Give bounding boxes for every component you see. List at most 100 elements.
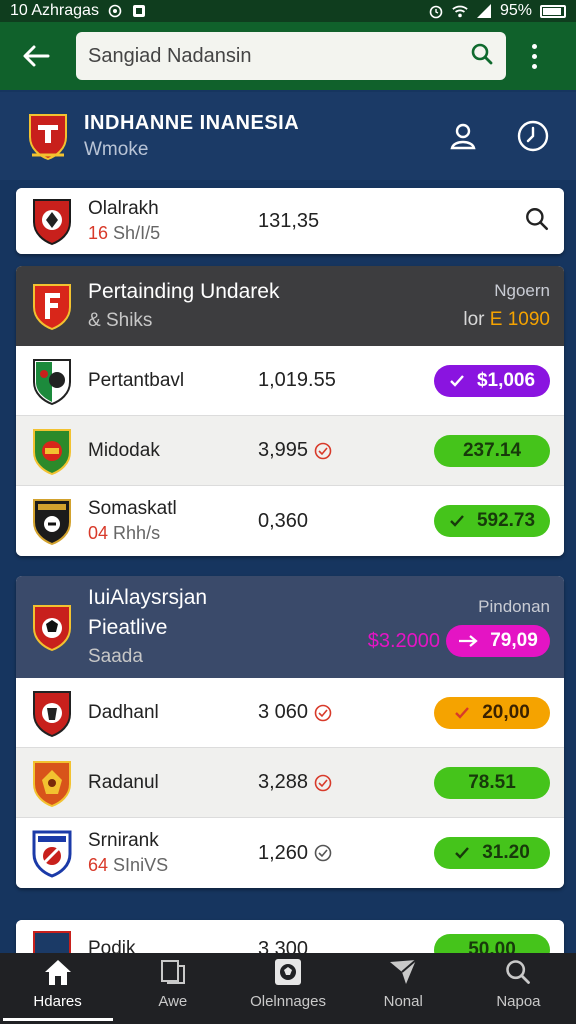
wifi-icon [452, 3, 468, 19]
table-row[interactable]: Podik 3 300 50.00 [16, 920, 564, 953]
nav-home[interactable]: Hdares [0, 953, 115, 1024]
team-crest-icon [33, 931, 71, 953]
odds-button[interactable]: 592.73 [434, 505, 550, 537]
check-icon [455, 706, 470, 719]
team-crest-icon [32, 830, 72, 878]
clock-icon [517, 120, 549, 152]
odds-button[interactable]: 50.00 [434, 934, 550, 953]
team-name: Srnirank [88, 830, 159, 851]
table-row[interactable]: Somaskatl 04 Rhh/s 0,360 592.73 [16, 486, 564, 556]
team-name: Somaskatl [88, 498, 177, 519]
history-button[interactable] [516, 119, 550, 153]
team-name: Pertantbavl [88, 369, 185, 391]
section-subtitle: Saada [88, 646, 143, 667]
section-title-line2: Pieatlive [88, 616, 168, 639]
odds-button[interactable]: 31.20 [434, 837, 550, 869]
search-icon [506, 959, 531, 984]
overflow-menu-button[interactable] [522, 34, 546, 78]
battery-percent: 95% [499, 2, 532, 19]
team-crest-icon [33, 358, 71, 405]
team-name: Dadhanl [88, 701, 159, 723]
odds-value: 79,09 [490, 630, 538, 651]
battery-icon [540, 4, 566, 18]
home-icon [44, 959, 71, 985]
search-icon[interactable] [470, 42, 494, 71]
odds-value: 592.73 [476, 510, 536, 531]
team-value: 0,360 [258, 509, 309, 532]
team-value: 3 060 [258, 701, 309, 723]
alarm-icon [428, 3, 444, 19]
section-crest-icon [33, 284, 71, 331]
team-crest-icon [33, 499, 71, 546]
table-row[interactable]: Dadhanl 3 060 20,00 [16, 678, 564, 748]
bottom-navigation: Hdares Awe Olelnnages Nonal Napoa [0, 953, 576, 1024]
odds-value: $1,006 [476, 369, 536, 391]
nav-news-label: Awe [158, 992, 188, 1010]
notification-icon [131, 3, 147, 19]
nav-matches[interactable]: Olelnnages [230, 953, 345, 1024]
top-match-card[interactable]: Olalrakh 16 Sh/I/5 131,35 [16, 188, 564, 254]
user-icon [450, 123, 476, 150]
odds-value: 78.51 [468, 771, 516, 793]
team-sub-text: SIniVS [113, 855, 169, 875]
team-name: Midodak [88, 439, 160, 461]
section-title: Pertainding Undarek [88, 280, 280, 303]
team-value: 1,260 [258, 841, 309, 864]
table-row[interactable]: Radanul 3,288 78.51 [16, 748, 564, 818]
partial-card: Podik 3 300 50.00 [16, 920, 564, 953]
check-circle-icon [314, 442, 332, 459]
team-value: 3 300 [258, 938, 309, 953]
search-bar[interactable] [76, 32, 506, 80]
nav-news[interactable]: Awe [115, 953, 230, 1024]
odds-value: 50.00 [468, 939, 516, 953]
team-sub-text: Rhh/s [113, 523, 161, 543]
team-crest-icon [33, 428, 71, 475]
profile-button[interactable] [446, 119, 480, 153]
nav-standings[interactable]: Nonal [346, 953, 461, 1024]
team-sub-number: 04 [88, 523, 109, 543]
signal-icon [476, 3, 492, 19]
section-crest-icon [33, 605, 71, 652]
match-search-button[interactable] [524, 206, 550, 237]
search-input[interactable] [88, 44, 470, 68]
check-icon [450, 515, 464, 527]
section-header[interactable]: IuiAlaysrsjan Pieatlive Saada Pindonan $… [16, 576, 564, 678]
section-card-1: Pertainding Undarek & Shiks Ngoern lor E… [16, 266, 564, 556]
team-value: 3,288 [258, 771, 309, 793]
nav-home-label: Hdares [33, 992, 82, 1010]
arrow-right-icon [459, 635, 478, 647]
odds-button[interactable]: 78.51 [434, 766, 550, 799]
section-card-2: IuiAlaysrsjan Pieatlive Saada Pindonan $… [16, 576, 564, 888]
team-sub-number: 16 [88, 223, 109, 243]
team-name: Olalrakh [88, 198, 159, 219]
table-row[interactable]: Midodak 3,995 237.14 [16, 416, 564, 486]
nav-search[interactable]: Napoa [461, 953, 576, 1024]
section-header[interactable]: Pertainding Undarek & Shiks Ngoern lor E… [16, 266, 564, 346]
team-crest-icon [33, 690, 71, 737]
search-icon [526, 207, 549, 230]
check-circle-icon [314, 774, 332, 791]
check-icon [450, 374, 464, 387]
odds-value: 20,00 [482, 701, 530, 723]
back-button[interactable] [14, 34, 58, 78]
nav-matches-label: Olelnnages [250, 992, 326, 1010]
odds-button[interactable]: 79,09 [446, 625, 550, 657]
status-bar: 10 Azhragas 95% [0, 0, 576, 22]
team-sub-number: 64 [88, 855, 109, 875]
table-row[interactable]: Pertantbavl 1,019.55 $1,006 [16, 346, 564, 416]
check-icon [455, 847, 470, 859]
odds-button[interactable]: 237.14 [434, 434, 550, 467]
team-crest-icon [33, 760, 71, 807]
section-side-amount: $3.2000 [367, 629, 440, 652]
match-value: 131,35 [258, 209, 320, 232]
odds-button[interactable]: $1,006 [434, 364, 550, 397]
team-crest-icon [33, 199, 71, 246]
league-crest-icon [29, 114, 67, 161]
list-item[interactable]: Olalrakh 16 Sh/I/5 131,35 [16, 188, 564, 254]
table-row[interactable]: Srnirank 64 SIniVS 1,260 31.20 [16, 818, 564, 888]
section-subtitle: & Shiks [88, 310, 153, 331]
team-name: Podik [88, 938, 136, 953]
odds-button[interactable]: 20,00 [434, 696, 550, 729]
nav-search-label: Napoa [496, 992, 541, 1010]
news-icon [160, 959, 185, 984]
